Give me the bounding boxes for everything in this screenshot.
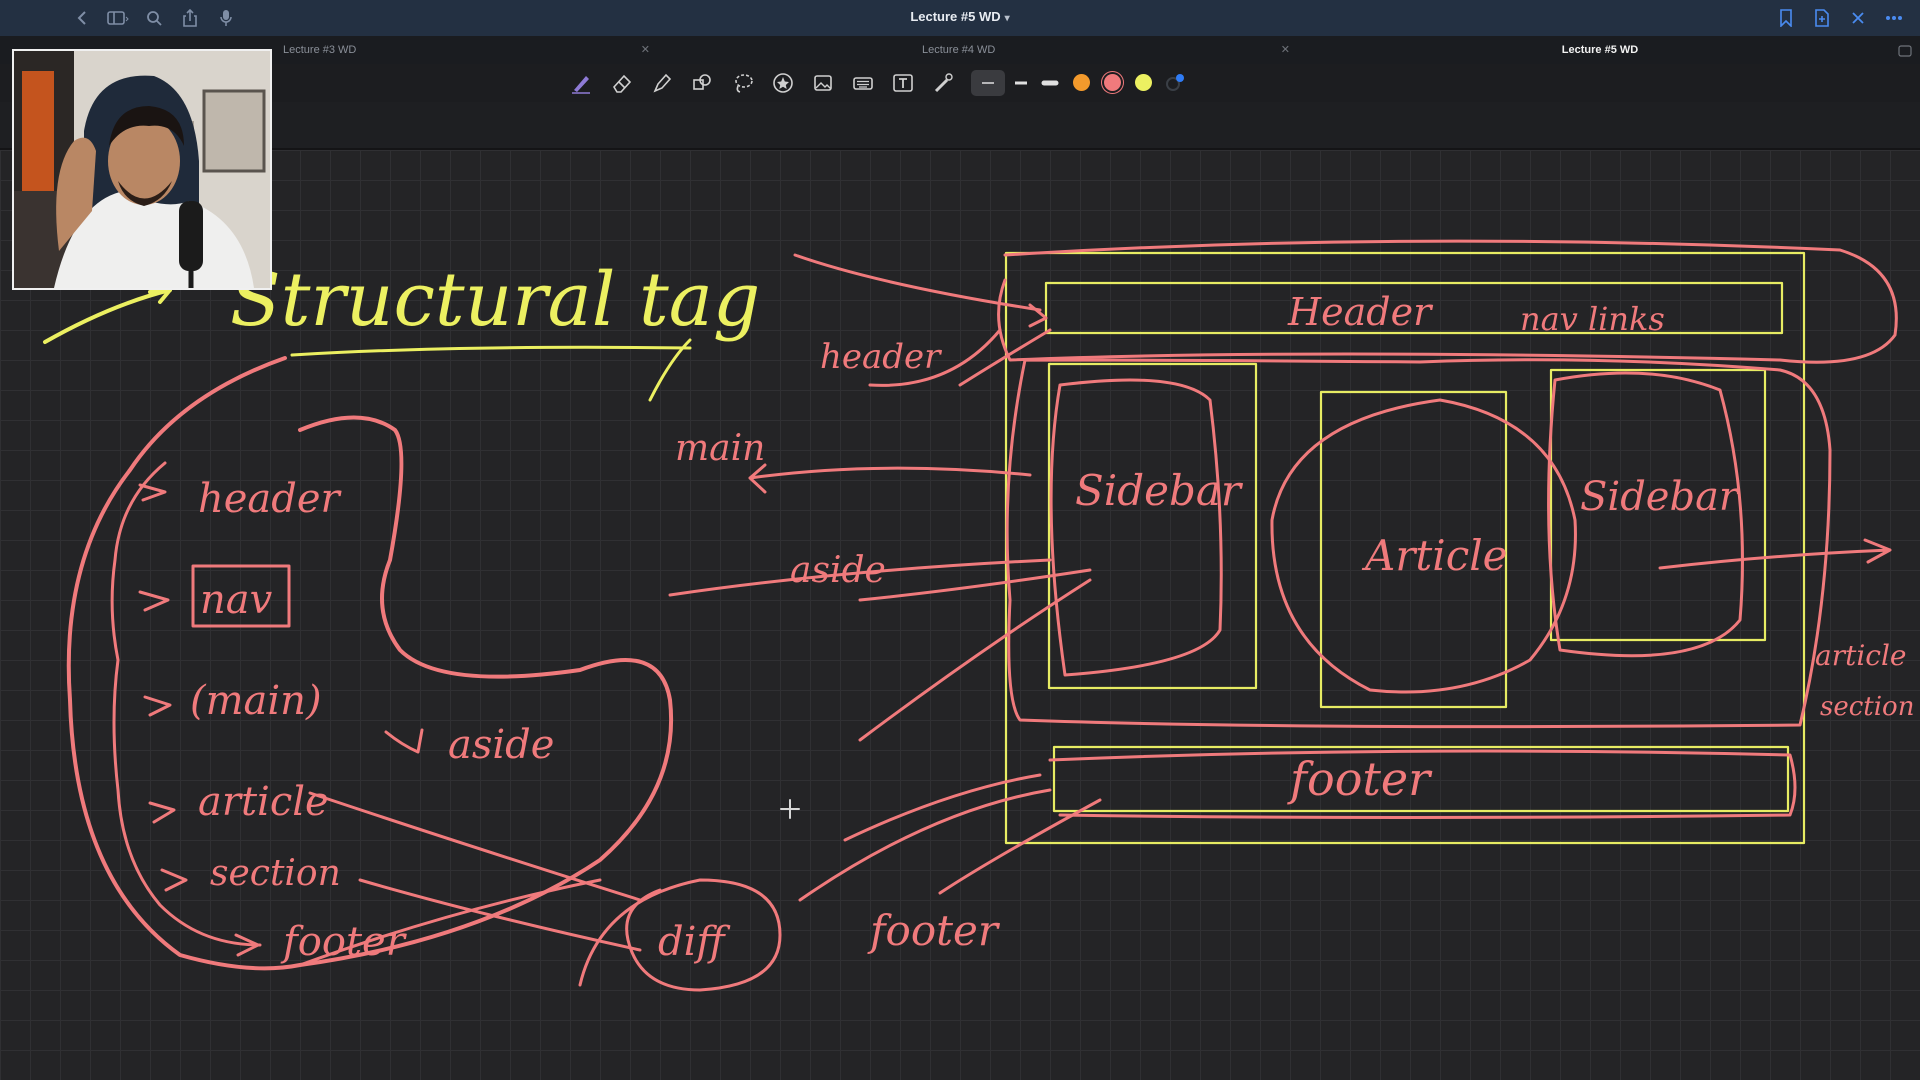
arrow-label-header: header bbox=[820, 337, 942, 377]
presenter-video-frame bbox=[14, 51, 270, 288]
box-label-nav-links: nav links bbox=[1520, 300, 1665, 338]
main-pointer-stroke bbox=[748, 463, 1032, 494]
handwritten-labels: header nav (main) article section footer… bbox=[190, 290, 1914, 965]
yellow-arrow-stroke bbox=[43, 288, 172, 344]
tag-group-loop bbox=[66, 356, 674, 971]
arrow-label-aside: aside bbox=[790, 550, 886, 591]
arrow-label-footer: footer bbox=[867, 906, 1001, 955]
cursor-icon bbox=[780, 799, 800, 819]
tag-label-article: article bbox=[198, 779, 329, 825]
right-pointer-stroke bbox=[1658, 538, 1892, 570]
left-sidebar-loop bbox=[1049, 378, 1223, 677]
diff-label: diff bbox=[658, 919, 731, 965]
box-label-header: Header bbox=[1287, 290, 1434, 334]
box-label-right-sidebar: Sidebar bbox=[1580, 474, 1741, 520]
left-sidebar-box bbox=[1047, 362, 1258, 690]
aside-arrow bbox=[384, 728, 424, 754]
title-underline bbox=[290, 345, 692, 357]
box-label-footer: footer bbox=[1287, 752, 1433, 806]
box-label-article: Article bbox=[1361, 531, 1508, 580]
tag-label-nav: nav bbox=[200, 577, 273, 623]
right-label-section: section bbox=[1820, 692, 1914, 722]
header-pointer-head bbox=[1028, 303, 1048, 328]
right-label-article: article bbox=[1815, 639, 1907, 672]
tag-label-main: (main) bbox=[190, 678, 322, 724]
header-loop bbox=[997, 239, 1898, 364]
tag-label-footer: footer bbox=[280, 919, 408, 965]
tag-label-header: header bbox=[198, 476, 343, 522]
arrow-label-main: main bbox=[675, 428, 765, 469]
title-handwriting: Structural tag bbox=[230, 257, 760, 343]
tag-label-section: section bbox=[210, 853, 341, 894]
box-label-left-sidebar: Sidebar bbox=[1075, 466, 1244, 515]
handwriting-layer: Structural tag header nav (main) article bbox=[43, 239, 1914, 992]
aside-label: aside bbox=[448, 722, 554, 768]
presenter-webcam-overlay bbox=[12, 49, 272, 290]
